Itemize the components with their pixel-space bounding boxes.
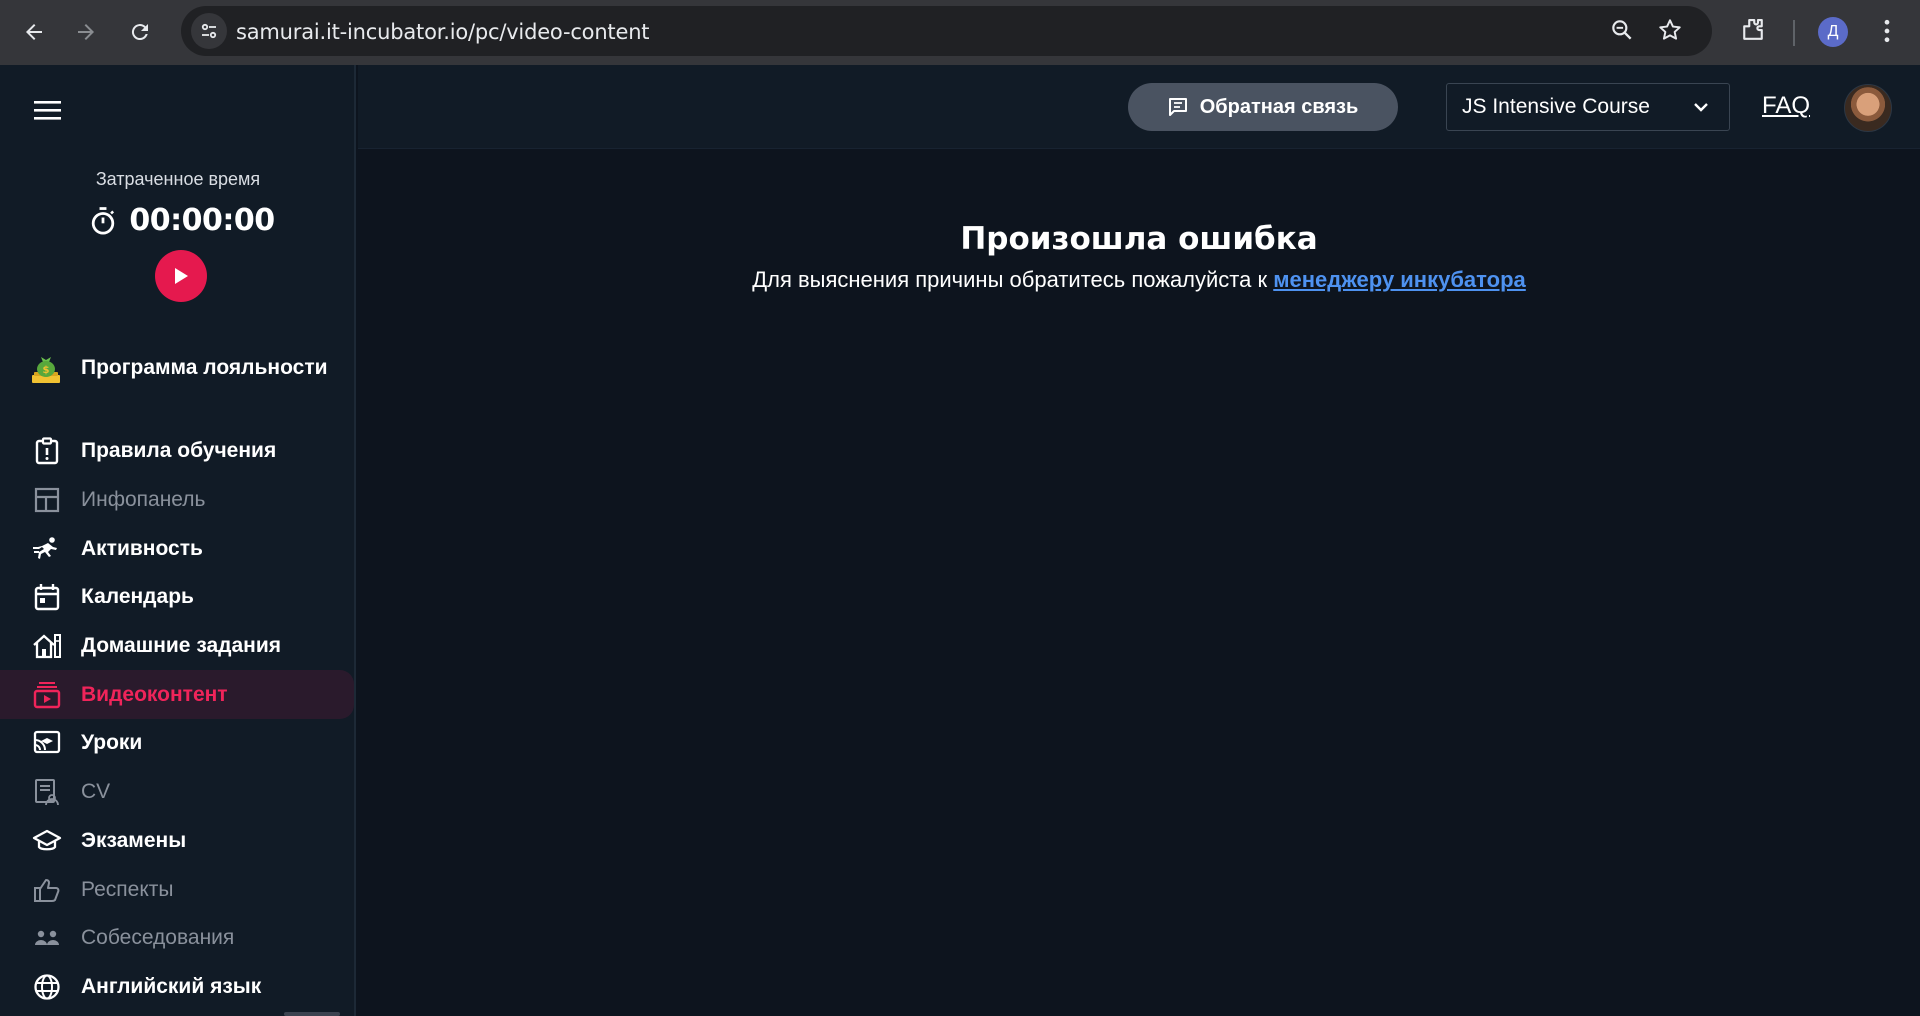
top-header: Обратная связь JS Intensive Course FAQ — [358, 65, 1920, 149]
dashboard-icon — [34, 487, 60, 513]
bookmark-button[interactable] — [1657, 17, 1683, 48]
sidebar-item-label: Инфопанель — [81, 488, 206, 512]
calendar-icon — [34, 584, 60, 611]
comment-icon — [1168, 98, 1187, 116]
sidebar-item-dashboard[interactable]: Инфопанель — [0, 476, 354, 525]
sidebar-item-exams[interactable]: Экзамены — [0, 817, 354, 866]
toolbar-divider — [1793, 20, 1795, 46]
user-avatar[interactable] — [1844, 84, 1892, 132]
zoom-icon — [1612, 20, 1632, 40]
kebab-menu-icon — [1884, 19, 1890, 43]
site-settings-button[interactable] — [191, 13, 227, 49]
forward-arrow-icon — [78, 24, 94, 40]
loyalty-program-link[interactable]: $ Программа лояльности — [0, 345, 354, 391]
hamburger-icon — [34, 101, 61, 120]
stopwatch-icon — [92, 206, 115, 234]
sidebar-scrollbar[interactable] — [284, 1012, 340, 1016]
video-icon — [33, 681, 61, 708]
sidebar-item-lessons[interactable]: Уроки — [0, 719, 354, 768]
sidebar-item-calendar[interactable]: Календарь — [0, 573, 354, 622]
extensions-button[interactable] — [1738, 15, 1768, 50]
hamburger-menu-button[interactable] — [34, 99, 62, 126]
sidebar-item-label: Английский язык — [81, 974, 262, 998]
money-bag-icon: $ — [32, 357, 60, 383]
zoom-button[interactable] — [1609, 17, 1635, 48]
error-message: Для выяснения причины обратитесь пожалуй… — [358, 267, 1920, 293]
svg-text:$: $ — [43, 365, 50, 376]
sidebar-item-label: Календарь — [81, 585, 194, 609]
sidebar-menu: Правила обучения Инфопанель Активность К… — [0, 427, 354, 1011]
url-text[interactable]: samurai.it-incubator.io/pc/video-content — [236, 20, 650, 44]
course-selected-value: JS Intensive Course — [1462, 95, 1650, 118]
sidebar-item-respects[interactable]: Респекты — [0, 865, 354, 914]
homework-icon — [33, 634, 61, 659]
sidebar-item-label: Собеседования — [81, 926, 235, 950]
sidebar-item-label: Экзамены — [81, 828, 187, 852]
sidebar-item-activity[interactable]: Активность — [0, 524, 354, 573]
chevron-down-icon — [1694, 103, 1708, 112]
main-content: Произошла ошибка Для выяснения причины о… — [358, 150, 1920, 1016]
course-select[interactable]: JS Intensive Course — [1446, 83, 1730, 131]
play-icon — [175, 268, 188, 284]
globe-icon — [34, 974, 60, 1000]
error-text: Для выяснения причины обратитесь пожалуй… — [752, 267, 1268, 292]
sidebar-item-interviews[interactable]: Собеседования — [0, 914, 354, 963]
sidebar-item-cv[interactable]: CV — [0, 768, 354, 817]
rules-icon — [35, 437, 59, 465]
bookmark-star-icon — [1659, 19, 1681, 40]
feedback-button[interactable]: Обратная связь — [1128, 83, 1398, 131]
timer-value: 00:00:00 — [129, 203, 275, 238]
sidebar-item-homework[interactable]: Домашние задания — [0, 622, 354, 671]
sidebar-item-label: CV — [81, 780, 111, 804]
reload-icon — [131, 24, 148, 41]
activity-icon — [33, 536, 57, 559]
back-button[interactable] — [12, 10, 56, 54]
faq-link[interactable]: FAQ — [1762, 92, 1810, 120]
forward-button[interactable] — [64, 10, 108, 54]
timer-label: Затраченное время — [95, 169, 261, 189]
sidebar-item-english[interactable]: Английский язык — [0, 963, 354, 1012]
sidebar-item-video-content[interactable]: Видеоконтент — [0, 670, 354, 720]
timer: 00:00:00 — [0, 203, 364, 238]
thumbs-up-icon — [34, 878, 60, 902]
address-bar[interactable]: samurai.it-incubator.io/pc/video-content — [181, 6, 1712, 56]
browser-toolbar: samurai.it-incubator.io/pc/video-content… — [0, 0, 1920, 65]
timer-play-button[interactable] — [155, 250, 207, 302]
exams-icon — [32, 829, 62, 851]
sidebar-item-label: Уроки — [81, 731, 143, 755]
site-settings-icon — [201, 23, 217, 39]
browser-menu-button[interactable] — [1872, 16, 1902, 51]
sidebar-item-label: Активность — [81, 536, 203, 560]
sidebar: Затраченное время 00:00:00 $ Программа л… — [0, 65, 356, 1016]
manager-link[interactable]: менеджеру инкубатора — [1273, 267, 1526, 292]
loyalty-label: Программа лояльности — [81, 356, 328, 379]
error-title: Произошла ошибка — [960, 221, 1318, 257]
reload-button[interactable] — [118, 10, 162, 54]
sidebar-item-rules[interactable]: Правила обучения — [0, 427, 354, 476]
cv-icon — [35, 779, 59, 806]
sidebar-item-label: Видеоконтент — [81, 682, 228, 706]
sidebar-item-label: Домашние задания — [81, 634, 282, 658]
feedback-label: Обратная связь — [1199, 95, 1359, 118]
back-arrow-icon — [26, 24, 42, 40]
sidebar-item-label: Правила обучения — [81, 439, 277, 463]
lessons-icon — [33, 731, 61, 754]
sidebar-item-label: Респекты — [81, 877, 174, 901]
interviews-icon — [35, 931, 59, 946]
profile-avatar[interactable]: Д — [1818, 17, 1848, 47]
extensions-icon — [1743, 18, 1763, 40]
